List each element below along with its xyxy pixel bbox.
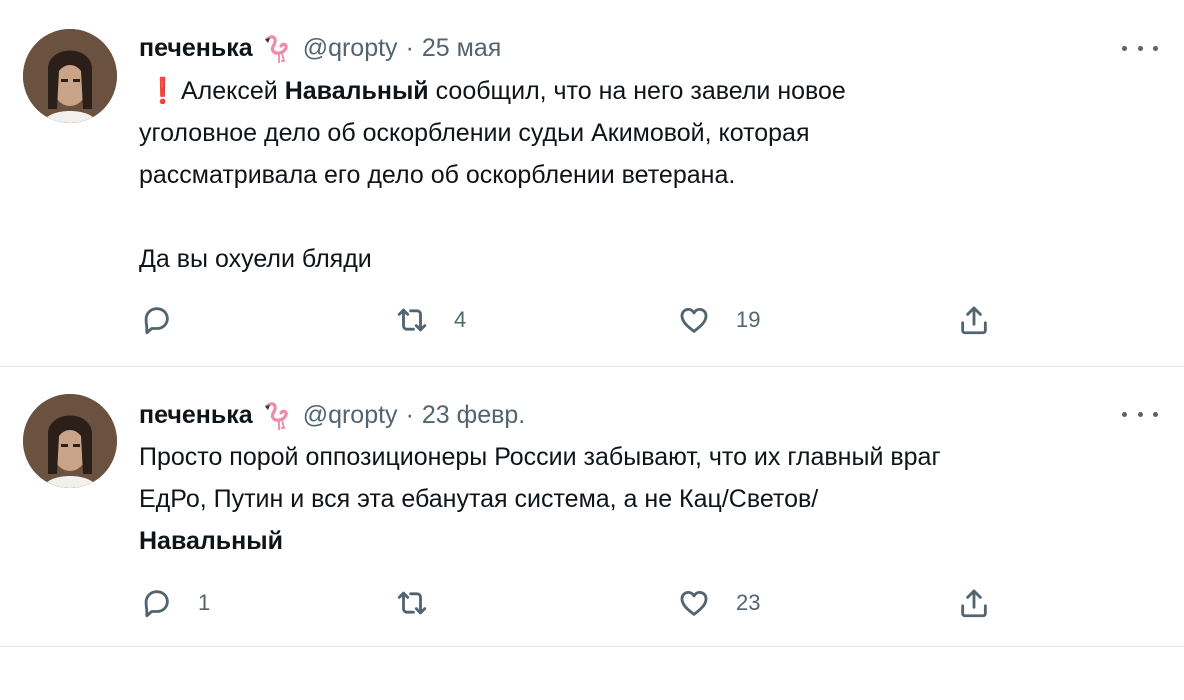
tweet-2[interactable]: печенька @qropty · 23 февр. Просто порой… xyxy=(0,367,1184,647)
like-button[interactable]: 19 xyxy=(677,300,760,340)
tweet-line: уголовное дело об оскорблении судьи Аким… xyxy=(139,119,810,147)
retweet-button[interactable]: 4 xyxy=(395,300,466,340)
reply-icon xyxy=(144,590,169,618)
flamingo-icon xyxy=(261,31,295,65)
tweet-1[interactable]: печенька @qropty · 25 мая ❗ Алексей Навал… xyxy=(0,0,1184,367)
like-count: 23 xyxy=(736,590,761,615)
tweet-header: печенька @qropty · 25 мая xyxy=(139,28,501,68)
share-icon xyxy=(961,306,987,335)
tweet-header: печенька @qropty · 23 февр. xyxy=(139,395,525,435)
share-icon xyxy=(961,589,987,618)
retweet-icon xyxy=(397,591,427,615)
tweet-text: Просто порой оппозиционеры России забыва… xyxy=(139,436,1154,562)
like-count: 19 xyxy=(736,307,761,332)
separator-dot: · xyxy=(405,400,414,429)
like-icon xyxy=(680,307,708,333)
handle[interactable]: @qropty xyxy=(303,401,398,430)
like-button[interactable]: 23 xyxy=(677,583,760,623)
exclamation-icon: ❗ xyxy=(147,77,179,105)
avatar-image xyxy=(23,394,117,488)
display-name[interactable]: печенька xyxy=(139,34,253,63)
tweet-line: Навальный xyxy=(139,527,283,555)
tweet-actions: 4 19 xyxy=(139,300,1019,340)
share-button[interactable] xyxy=(957,300,991,340)
more-icon[interactable] xyxy=(1122,404,1158,424)
display-name[interactable]: печенька xyxy=(139,401,253,430)
retweet-count: 4 xyxy=(454,307,467,332)
tweet-line xyxy=(139,196,1154,238)
more-icon[interactable] xyxy=(1122,38,1158,58)
handle[interactable]: @qropty xyxy=(303,34,398,63)
tweet-line: ❗ Алексей Навальный сообщил, что на него … xyxy=(139,70,1154,112)
retweet-button[interactable] xyxy=(395,583,454,623)
reply-count: 1 xyxy=(198,590,211,615)
reply-button[interactable]: 1 xyxy=(139,583,210,623)
avatar-image xyxy=(23,29,117,123)
timestamp[interactable]: 23 февр. xyxy=(422,401,525,430)
avatar[interactable] xyxy=(23,394,117,488)
tweet-actions: 1 23 xyxy=(139,583,1019,623)
separator-dot: · xyxy=(405,33,414,62)
tweet-line: Да вы охуели бляди xyxy=(139,245,372,273)
share-button[interactable] xyxy=(957,583,991,623)
reply-button[interactable] xyxy=(139,300,198,340)
flamingo-icon xyxy=(261,398,295,432)
tweet-text: ❗ Алексей Навальный сообщил, что на него … xyxy=(139,70,1154,280)
avatar[interactable] xyxy=(23,29,117,123)
reply-icon xyxy=(144,307,169,335)
retweet-icon xyxy=(397,308,427,332)
timestamp[interactable]: 25 мая xyxy=(422,34,501,63)
tweet-line: Просто порой оппозиционеры России забыва… xyxy=(139,443,941,471)
tweet-line: ЕдРо, Путин и вся эта ебанутая система, … xyxy=(139,485,819,513)
like-icon xyxy=(680,590,708,616)
tweet-line: рассматривала его дело об оскорблении ве… xyxy=(139,161,736,189)
